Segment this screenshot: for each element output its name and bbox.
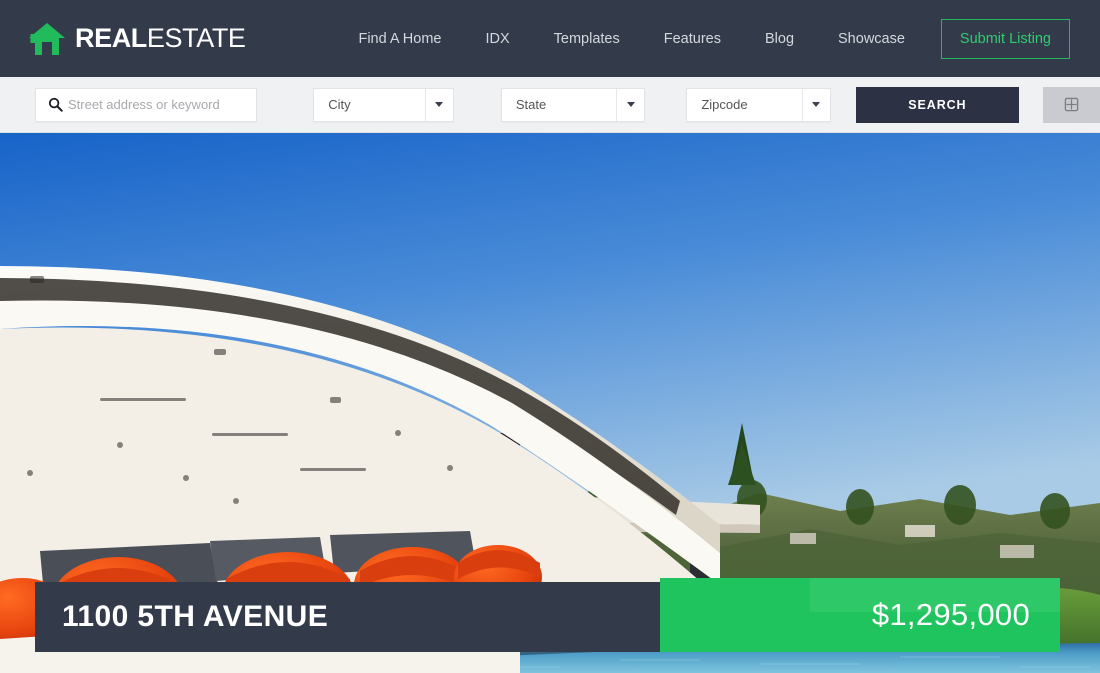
- grid-view-icon: [1064, 97, 1079, 112]
- property-search-bar: City State Zipcode SEARCH: [0, 77, 1100, 133]
- brand-name-bold: REAL: [75, 23, 147, 53]
- brand-logo[interactable]: REALESTATE: [28, 22, 246, 56]
- nav-item-templates[interactable]: Templates: [532, 31, 642, 47]
- nav-item-showcase[interactable]: Showcase: [816, 31, 927, 47]
- advanced-search-toggle[interactable]: [1043, 86, 1100, 123]
- chevron-down-icon: [424, 88, 453, 121]
- chevron-down-icon: [616, 88, 644, 121]
- home-icon: [29, 22, 65, 55]
- brand-name-light: ESTATE: [146, 23, 246, 53]
- search-button[interactable]: SEARCH: [855, 86, 1020, 123]
- listing-address: 1100 5TH AVENUE: [62, 600, 329, 633]
- listing-price-banner: $1,295,000: [660, 578, 1060, 652]
- site-header: REALESTATE Find A Home IDX Templates Fea…: [0, 0, 1100, 77]
- search-icon: [42, 97, 68, 112]
- page-root: REALESTATE Find A Home IDX Templates Fea…: [0, 0, 1100, 673]
- submit-listing-button[interactable]: Submit Listing: [940, 18, 1070, 59]
- zipcode-dropdown-label: Zipcode: [701, 97, 748, 112]
- nav-item-idx[interactable]: IDX: [463, 31, 531, 47]
- listing-address-banner: 1100 5TH AVENUE: [35, 582, 660, 652]
- nav-item-find-a-home[interactable]: Find A Home: [336, 31, 463, 47]
- nav-item-features[interactable]: Features: [642, 31, 743, 47]
- chevron-down-icon: [801, 88, 830, 121]
- keyword-search-field[interactable]: [35, 87, 258, 122]
- main-navigation: Find A Home IDX Templates Features Blog …: [336, 18, 1070, 59]
- city-dropdown[interactable]: City: [313, 87, 454, 122]
- brand-text: REALESTATE: [75, 25, 246, 52]
- state-dropdown-label: State: [515, 97, 547, 112]
- search-input[interactable]: [68, 97, 257, 112]
- nav-item-blog[interactable]: Blog: [743, 31, 816, 47]
- listing-price: $1,295,000: [871, 597, 1030, 632]
- city-dropdown-label: City: [328, 97, 351, 112]
- state-dropdown[interactable]: State: [500, 87, 646, 122]
- zipcode-dropdown[interactable]: Zipcode: [686, 87, 831, 122]
